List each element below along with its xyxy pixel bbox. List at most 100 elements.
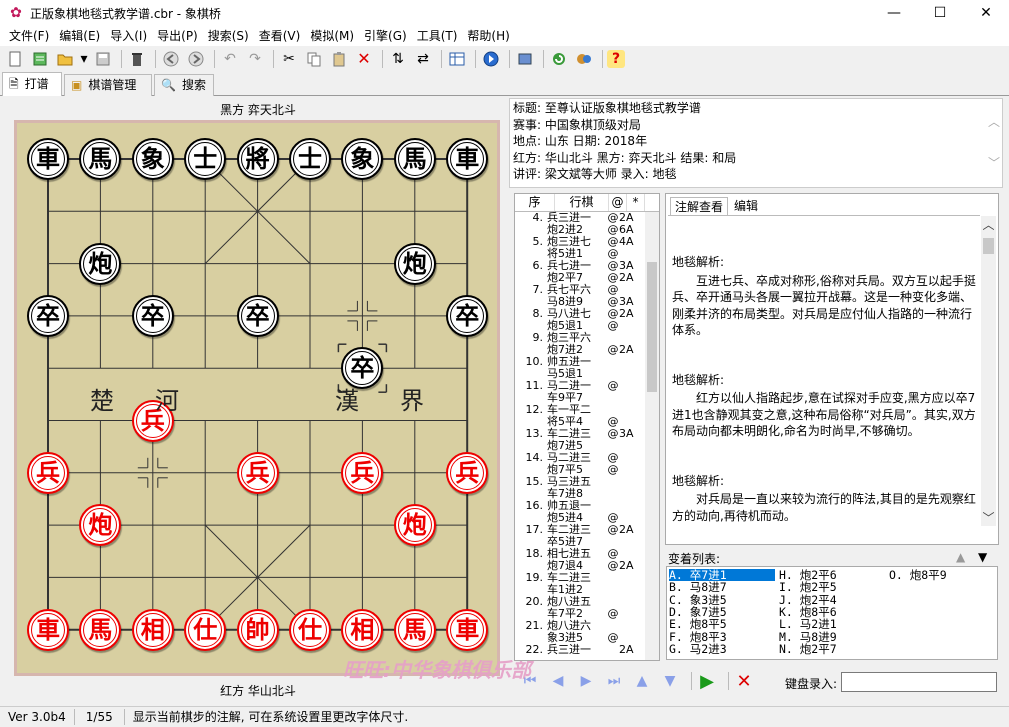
move-row[interactable]: 14. 马二进三 @ — [515, 452, 659, 464]
black-piece[interactable]: 卒 — [27, 294, 69, 337]
notes-scroll-thumb[interactable] — [983, 238, 994, 254]
forward-icon[interactable] — [185, 48, 207, 70]
cut-icon[interactable]: ✂ — [278, 48, 300, 70]
red-piece[interactable]: 馬 — [79, 608, 122, 651]
refresh-icon[interactable] — [548, 48, 570, 70]
variation-item[interactable]: M. 马8进9 — [779, 631, 885, 643]
notes-icon[interactable] — [29, 48, 51, 70]
tab-notes-view[interactable]: 注解查看 — [670, 197, 729, 215]
move-row[interactable]: 20. 炮八进五 — [515, 596, 659, 608]
variation-item[interactable]: B. 马8进7 — [669, 581, 775, 593]
red-piece[interactable]: 相 — [341, 608, 384, 651]
black-piece[interactable]: 車 — [27, 138, 69, 180]
move-row[interactable]: 17. 车二进三 @2A — [515, 524, 659, 536]
move-row[interactable]: 11. 马二进一 @ — [515, 380, 659, 392]
variation-item[interactable]: D. 象7进5 — [669, 606, 775, 618]
move-row[interactable]: 19. 车二进三 — [515, 572, 659, 584]
red-piece[interactable]: 帥 — [236, 608, 279, 651]
minimize-button[interactable]: — — [871, 0, 917, 26]
red-piece[interactable]: 車 — [27, 608, 69, 651]
black-piece[interactable]: 士 — [184, 138, 227, 180]
variations-list[interactable]: A. 卒7进1 B. 马8进7 C. 象3进5 D. 象7进5 E. 炮8平5 F. 炮8… — [666, 566, 998, 660]
col-star[interactable]: * — [627, 194, 645, 211]
board-icon[interactable] — [446, 48, 468, 70]
move-row[interactable]: 15. 马三进五 — [515, 476, 659, 488]
book-icon[interactable] — [514, 48, 536, 70]
chevron-up-icon[interactable]: ︿ — [981, 216, 996, 233]
variation-item[interactable]: J. 炮2平4 — [779, 594, 885, 606]
redo-icon[interactable]: ↷ — [244, 48, 266, 70]
save-icon[interactable] — [92, 48, 114, 70]
black-piece[interactable]: 炮 — [79, 242, 122, 285]
menu-import[interactable]: 导入(I) — [105, 26, 152, 46]
move-row[interactable]: 16. 帅五退一 — [515, 500, 659, 512]
variation-item[interactable]: G. 马2进3 — [669, 643, 775, 655]
menu-export[interactable]: 导出(P) — [152, 26, 203, 46]
maximize-button[interactable]: ☐ — [917, 0, 963, 26]
red-piece[interactable]: 兵 — [236, 451, 279, 494]
col-move[interactable]: 行棋 — [555, 194, 609, 211]
variation-item[interactable]: O. 炮8平9 — [889, 569, 995, 581]
chevron-up-icon[interactable]: ︿ — [986, 113, 1002, 130]
tab-play[interactable]: 🗎 打谱 — [2, 72, 62, 96]
red-piece[interactable]: 兵 — [341, 451, 384, 494]
prev-move-icon[interactable]: ◀ — [547, 670, 569, 692]
open-icon[interactable] — [54, 48, 76, 70]
black-piece[interactable]: 卒 — [131, 294, 174, 337]
delete-move-icon[interactable]: ✕ — [733, 670, 755, 692]
move-list[interactable]: 序 行棋 @ * 4. 兵三进一 @2A 炮2进2 @6A 5. 炮三进七 @4A 将5进1 @6… — [514, 193, 660, 661]
move-row[interactable]: 18. 相七进五 @ — [515, 548, 659, 560]
menu-help[interactable]: 帮助(H) — [462, 26, 514, 46]
variation-item[interactable]: C. 象3进5 — [669, 594, 775, 606]
red-piece[interactable]: 仕 — [289, 608, 331, 651]
variation-item[interactable]: K. 炮8平6 — [779, 606, 885, 618]
menu-simulate[interactable]: 模拟(M) — [305, 26, 359, 46]
xiangqi-board[interactable]: 車馬象士將士象馬車炮炮卒卒卒卒卒兵兵兵兵兵炮炮車馬相仕帥仕相馬車 楚 河 漢 界 — [14, 120, 500, 676]
move-row[interactable]: 10. 帅五进一 — [515, 356, 659, 368]
menu-tools[interactable]: 工具(T) — [412, 26, 463, 46]
move-row[interactable]: 7. 兵七平六 @ — [515, 284, 659, 296]
black-piece[interactable]: 車 — [446, 138, 489, 180]
red-piece[interactable]: 炮 — [393, 504, 436, 547]
close-button[interactable]: ✕ — [963, 0, 1009, 26]
menu-edit[interactable]: 编辑(E) — [54, 26, 105, 46]
dropdown-icon[interactable]: ▾ — [79, 48, 89, 70]
black-piece[interactable]: 卒 — [236, 294, 279, 337]
flip-vertical-icon[interactable]: ⇅ — [387, 48, 409, 70]
red-piece[interactable]: 兵 — [446, 451, 489, 494]
variation-item[interactable]: I. 炮2平5 — [779, 581, 885, 593]
red-piece[interactable]: 仕 — [184, 608, 227, 651]
red-piece[interactable]: 兵 — [27, 451, 69, 494]
menu-view[interactable]: 查看(V) — [254, 26, 306, 46]
move-row[interactable]: 22. 兵三进一 2A — [515, 644, 659, 656]
move-row[interactable]: 9. 炮三平六 — [515, 332, 659, 344]
help-icon[interactable]: ? — [607, 50, 625, 68]
move-row[interactable]: 4. 兵三进一 @2A — [515, 212, 659, 224]
paste-icon[interactable] — [328, 48, 350, 70]
notes-scrollbar[interactable]: ︿ ﹀ — [981, 216, 996, 526]
menu-engine[interactable]: 引擎(G) — [359, 26, 412, 46]
last-move-icon[interactable]: ⏭ — [603, 670, 625, 692]
move-row[interactable]: 12. 车一平二 — [515, 404, 659, 416]
variation-item[interactable]: A. 卒7进1 — [669, 569, 775, 581]
engine-icon[interactable] — [573, 48, 595, 70]
move-row[interactable]: 6. 兵七进一 @3A — [515, 260, 659, 272]
tab-game-manager[interactable]: ▣ 棋谱管理 — [64, 74, 152, 96]
col-at[interactable]: @ — [609, 194, 627, 211]
back-icon[interactable] — [160, 48, 182, 70]
move-row[interactable]: 13. 车二进三 @3A — [515, 428, 659, 440]
move-row[interactable]: 8. 马八进七 @2A — [515, 308, 659, 320]
tab-search[interactable]: 🔍 搜索 — [154, 74, 214, 96]
variation-item[interactable]: E. 炮8平5 — [669, 618, 775, 630]
move-list-scrollbar[interactable] — [645, 212, 659, 660]
remove-icon[interactable]: ✕ — [353, 48, 375, 70]
red-piece[interactable]: 相 — [131, 608, 174, 651]
move-row[interactable]: 5. 炮三进七 @4A — [515, 236, 659, 248]
info-scrollbar[interactable]: ︿ ﹀ — [986, 99, 1002, 187]
triangle-up-icon[interactable]: ▲ — [956, 550, 965, 564]
variation-item[interactable]: H. 炮2平6 — [779, 569, 885, 581]
new-icon[interactable] — [4, 48, 26, 70]
triangle-down-icon[interactable]: ▼ — [978, 550, 987, 564]
chevron-down-icon[interactable]: ﹀ — [981, 509, 996, 526]
chevron-down-icon[interactable]: ﹀ — [986, 154, 1002, 171]
